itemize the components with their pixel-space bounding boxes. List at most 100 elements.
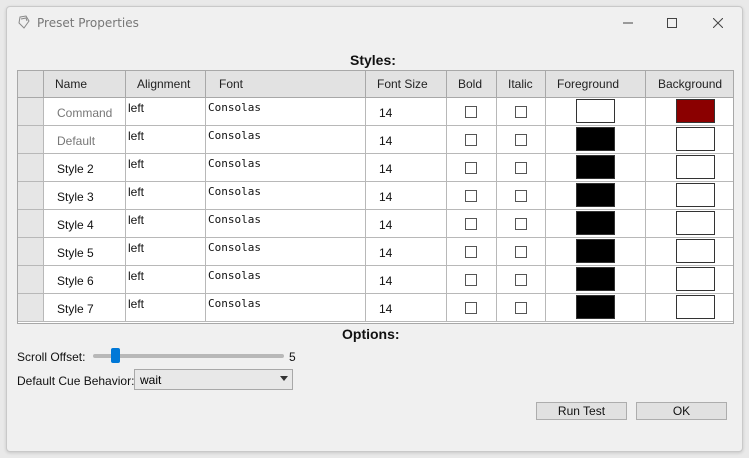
background-color-swatch[interactable]	[676, 295, 715, 319]
foreground-color-swatch[interactable]	[576, 239, 615, 263]
cell-name[interactable]: Default	[44, 126, 126, 154]
foreground-color-swatch[interactable]	[576, 127, 615, 151]
cell-font[interactable]: Consolas	[206, 126, 366, 154]
cell-name[interactable]: Style 6	[44, 266, 126, 294]
background-color-swatch[interactable]	[676, 155, 715, 179]
column-header-name[interactable]: Name	[44, 71, 126, 98]
bold-checkbox[interactable]	[465, 162, 477, 174]
cell-alignment[interactable]: left	[126, 294, 206, 322]
cell-name[interactable]: Style 4	[44, 210, 126, 238]
column-header-bold[interactable]: Bold	[447, 71, 497, 98]
cell-alignment[interactable]: left	[126, 126, 206, 154]
table-row[interactable]: Default left Consolas 14	[18, 126, 733, 154]
table-row[interactable]: Style 6 left Consolas 14	[18, 266, 733, 294]
column-header-font[interactable]: Font	[206, 71, 366, 98]
table-row[interactable]: Style 7 left Consolas 14	[18, 294, 733, 322]
cell-font[interactable]: Consolas	[206, 294, 366, 322]
cell-font[interactable]: Consolas	[206, 182, 366, 210]
foreground-color-swatch[interactable]	[576, 183, 615, 207]
cell-font[interactable]: Consolas	[206, 210, 366, 238]
table-row[interactable]: Command left Consolas 14	[18, 98, 733, 126]
italic-checkbox[interactable]	[515, 162, 527, 174]
background-color-swatch[interactable]	[676, 239, 715, 263]
italic-checkbox[interactable]	[515, 274, 527, 286]
cell-font-size[interactable]: 14	[366, 182, 447, 210]
italic-checkbox[interactable]	[515, 246, 527, 258]
minimize-button[interactable]	[614, 11, 642, 35]
title-bar[interactable]: Preset Properties	[7, 7, 742, 38]
bold-checkbox[interactable]	[465, 302, 477, 314]
cell-name[interactable]: Style 5	[44, 238, 126, 266]
bold-checkbox[interactable]	[465, 274, 477, 286]
style-name: Default	[57, 134, 96, 148]
background-color-swatch[interactable]	[676, 211, 715, 235]
foreground-color-swatch[interactable]	[576, 99, 615, 123]
run-test-button[interactable]: Run Test	[536, 402, 627, 420]
cell-alignment[interactable]: left	[126, 238, 206, 266]
cell-font-size[interactable]: 14	[366, 154, 447, 182]
column-header-italic[interactable]: Italic	[497, 71, 546, 98]
cell-name[interactable]: Command	[44, 98, 126, 126]
cell-name[interactable]: Style 7	[44, 294, 126, 322]
cell-font-size[interactable]: 14	[366, 126, 447, 154]
background-color-swatch[interactable]	[676, 183, 715, 207]
column-header-alignment[interactable]: Alignment	[126, 71, 206, 98]
cell-font[interactable]: Consolas	[206, 98, 366, 126]
row-header[interactable]	[18, 182, 44, 210]
row-header[interactable]	[18, 154, 44, 182]
cell-italic	[497, 98, 546, 126]
italic-checkbox[interactable]	[515, 190, 527, 202]
italic-checkbox[interactable]	[515, 218, 527, 230]
foreground-color-swatch[interactable]	[576, 211, 615, 235]
cell-font[interactable]: Consolas	[206, 238, 366, 266]
cell-font-size[interactable]: 14	[366, 294, 447, 322]
cell-alignment[interactable]: left	[126, 182, 206, 210]
table-row[interactable]: Style 3 left Consolas 14	[18, 182, 733, 210]
column-header-foreground[interactable]: Foreground	[546, 71, 646, 98]
ok-button[interactable]: OK	[636, 402, 727, 420]
bold-checkbox[interactable]	[465, 218, 477, 230]
default-cue-behavior-select[interactable]: wait	[134, 369, 293, 390]
bold-checkbox[interactable]	[465, 134, 477, 146]
italic-checkbox[interactable]	[515, 302, 527, 314]
close-button[interactable]	[704, 11, 732, 35]
italic-checkbox[interactable]	[515, 106, 527, 118]
column-header-font-size[interactable]: Font Size	[366, 71, 447, 98]
table-row[interactable]: Style 5 left Consolas 14	[18, 238, 733, 266]
cell-alignment[interactable]: left	[126, 98, 206, 126]
background-color-swatch[interactable]	[676, 127, 715, 151]
bold-checkbox[interactable]	[465, 106, 477, 118]
table-row[interactable]: Style 2 left Consolas 14	[18, 154, 733, 182]
cell-font[interactable]: Consolas	[206, 154, 366, 182]
cell-font-size[interactable]: 14	[366, 98, 447, 126]
row-header[interactable]	[18, 210, 44, 238]
cell-name[interactable]: Style 2	[44, 154, 126, 182]
foreground-color-swatch[interactable]	[576, 295, 615, 319]
cell-name[interactable]: Style 3	[44, 182, 126, 210]
cell-alignment[interactable]: left	[126, 154, 206, 182]
row-header[interactable]	[18, 98, 44, 126]
cell-font-size[interactable]: 14	[366, 266, 447, 294]
column-header-background[interactable]: Background	[646, 71, 733, 98]
bold-checkbox[interactable]	[465, 246, 477, 258]
row-header[interactable]	[18, 294, 44, 322]
scroll-offset-slider-track[interactable]	[93, 354, 284, 358]
maximize-button[interactable]	[658, 11, 686, 35]
row-header[interactable]	[18, 238, 44, 266]
cell-alignment[interactable]: left	[126, 266, 206, 294]
cell-font-size[interactable]: 14	[366, 210, 447, 238]
bold-checkbox[interactable]	[465, 190, 477, 202]
italic-checkbox[interactable]	[515, 134, 527, 146]
row-header[interactable]	[18, 126, 44, 154]
scroll-offset-slider-thumb[interactable]	[111, 348, 121, 363]
cell-bold	[447, 294, 497, 322]
table-row[interactable]: Style 4 left Consolas 14	[18, 210, 733, 238]
background-color-swatch[interactable]	[676, 99, 715, 123]
background-color-swatch[interactable]	[676, 267, 715, 291]
cell-alignment[interactable]: left	[126, 210, 206, 238]
foreground-color-swatch[interactable]	[576, 155, 615, 179]
row-header[interactable]	[18, 266, 44, 294]
foreground-color-swatch[interactable]	[576, 267, 615, 291]
cell-font-size[interactable]: 14	[366, 238, 447, 266]
cell-font[interactable]: Consolas	[206, 266, 366, 294]
